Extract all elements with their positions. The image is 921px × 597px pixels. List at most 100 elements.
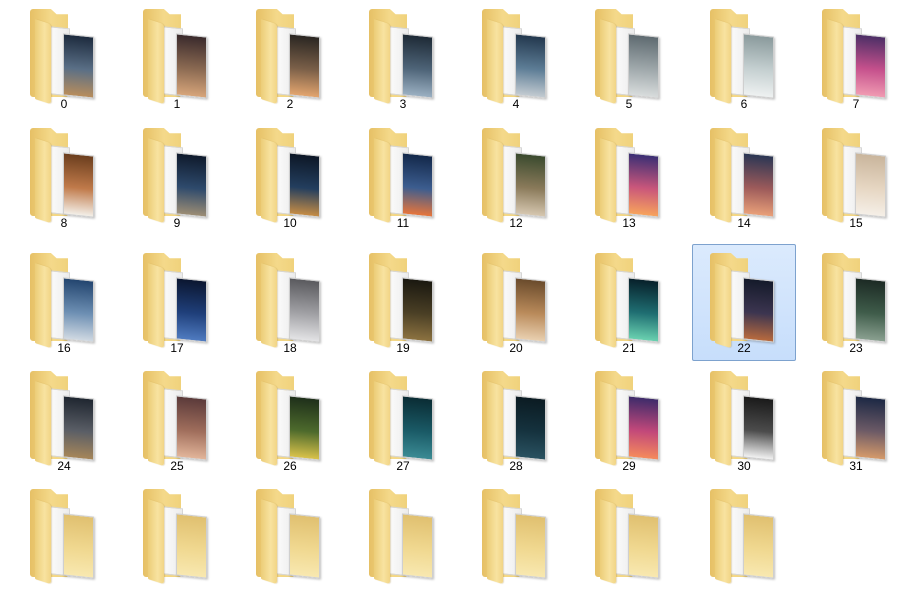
folder-label: 17 [170, 341, 184, 355]
folder-26[interactable]: 26 [238, 362, 342, 479]
folder-10[interactable]: 10 [238, 119, 342, 236]
folder-2[interactable]: 2 [238, 0, 342, 117]
folder-label: 11 [396, 216, 410, 230]
folder-thumbnail [402, 513, 433, 579]
folder-23[interactable]: 23 [804, 244, 908, 361]
folder-thumbnail [515, 395, 546, 461]
folder-icon [822, 251, 892, 349]
folder-partial[interactable] [464, 480, 568, 597]
folder-14[interactable]: 14 [692, 119, 796, 236]
folder-thumbnail [515, 152, 546, 218]
folder-icon [143, 7, 213, 105]
folder-28[interactable]: 28 [464, 362, 568, 479]
folder-icon [30, 369, 100, 467]
folder-thumbnail [289, 33, 320, 99]
folder-24[interactable]: 24 [12, 362, 116, 479]
folder-icon [710, 126, 780, 224]
folder-3[interactable]: 3 [351, 0, 455, 117]
folder-16[interactable]: 16 [12, 244, 116, 361]
folder-21[interactable]: 21 [577, 244, 681, 361]
folder-thumbnail [743, 277, 774, 343]
folder-9[interactable]: 9 [125, 119, 229, 236]
folder-label: 6 [740, 97, 748, 111]
folder-label: 7 [852, 97, 860, 111]
folder-label: 1 [173, 97, 181, 111]
folder-label: 25 [170, 459, 184, 473]
folder-8[interactable]: 8 [12, 119, 116, 236]
folder-6[interactable]: 6 [692, 0, 796, 117]
folder-icon [822, 126, 892, 224]
folder-30[interactable]: 30 [692, 362, 796, 479]
folder-icon [369, 7, 439, 105]
folder-icon [143, 251, 213, 349]
folder-icon [30, 126, 100, 224]
folder-19[interactable]: 19 [351, 244, 455, 361]
folder-thumbnail [176, 395, 207, 461]
folder-label: 21 [622, 341, 636, 355]
folder-label: 10 [283, 216, 297, 230]
folder-icon [482, 251, 552, 349]
folder-label: 15 [849, 216, 863, 230]
folder-label: 23 [849, 341, 863, 355]
folder-icon [30, 251, 100, 349]
folder-thumbnail [176, 152, 207, 218]
folder-thumbnail [855, 152, 886, 218]
folder-5[interactable]: 5 [577, 0, 681, 117]
folder-label: 8 [60, 216, 68, 230]
folder-29[interactable]: 29 [577, 362, 681, 479]
folder-13[interactable]: 13 [577, 119, 681, 236]
folder-partial[interactable] [238, 480, 342, 597]
folder-icon [256, 126, 326, 224]
folder-partial[interactable] [12, 480, 116, 597]
folder-partial[interactable] [125, 480, 229, 597]
folder-18[interactable]: 18 [238, 244, 342, 361]
folder-thumbnail [743, 513, 774, 579]
folder-icon [595, 251, 665, 349]
folder-icon [822, 7, 892, 105]
folder-0[interactable]: 0 [12, 0, 116, 117]
folder-icon [256, 487, 326, 585]
folder-11[interactable]: 11 [351, 119, 455, 236]
folder-label: 4 [512, 97, 520, 111]
folder-thumbnail [743, 33, 774, 99]
folder-label: 13 [622, 216, 636, 230]
folder-12[interactable]: 12 [464, 119, 568, 236]
folder-label: 29 [622, 459, 636, 473]
folder-thumbnail [176, 277, 207, 343]
folder-thumbnail [289, 277, 320, 343]
folder-thumbnail [628, 277, 659, 343]
folder-thumbnail [855, 277, 886, 343]
folder-thumbnail [628, 513, 659, 579]
folder-15[interactable]: 15 [804, 119, 908, 236]
folder-thumbnail [855, 33, 886, 99]
folder-icon [482, 369, 552, 467]
folder-icon [482, 7, 552, 105]
folder-partial[interactable] [692, 480, 796, 597]
folder-31[interactable]: 31 [804, 362, 908, 479]
folder-label: 3 [399, 97, 407, 111]
folder-thumbnail [402, 277, 433, 343]
folder-25[interactable]: 25 [125, 362, 229, 479]
folder-icon [710, 369, 780, 467]
folder-partial[interactable] [577, 480, 681, 597]
folder-label: 0 [60, 97, 68, 111]
folder-thumbnail [515, 33, 546, 99]
folder-icon [595, 7, 665, 105]
folder-label: 2 [286, 97, 294, 111]
folder-22[interactable]: 22 [692, 244, 796, 361]
folder-4[interactable]: 4 [464, 0, 568, 117]
folder-thumbnail [743, 395, 774, 461]
folder-27[interactable]: 27 [351, 362, 455, 479]
folder-thumbnail [402, 152, 433, 218]
folder-icon [710, 487, 780, 585]
folder-1[interactable]: 1 [125, 0, 229, 117]
folder-icon [595, 487, 665, 585]
folder-thumbnail [855, 395, 886, 461]
folder-icon [256, 369, 326, 467]
folder-7[interactable]: 7 [804, 0, 908, 117]
folder-20[interactable]: 20 [464, 244, 568, 361]
folder-label: 16 [57, 341, 71, 355]
folder-partial[interactable] [351, 480, 455, 597]
folder-label: 14 [737, 216, 751, 230]
folder-17[interactable]: 17 [125, 244, 229, 361]
